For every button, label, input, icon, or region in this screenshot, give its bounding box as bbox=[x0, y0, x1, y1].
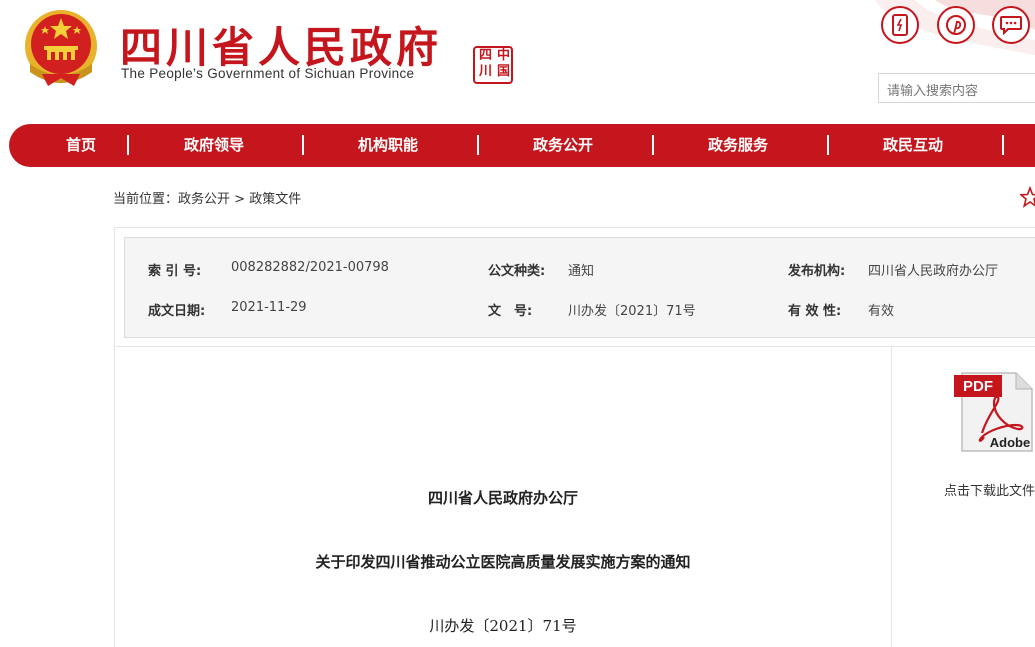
breadcrumb-separator: > bbox=[234, 192, 246, 207]
meta-publisher-label: 发布机构: bbox=[788, 264, 846, 279]
meta-index-label: 索 引 号: bbox=[148, 264, 202, 279]
download-file-link[interactable]: 点击下载此文件 bbox=[944, 480, 1035, 499]
search-input[interactable]: 请输入搜索内容 bbox=[878, 73, 1035, 103]
breadcrumb-link-gov-affairs[interactable]: 政务公开 bbox=[178, 192, 230, 207]
pdf-download-icon[interactable]: PDF Adobe bbox=[954, 371, 1034, 453]
nav-item-interaction[interactable]: 政民互动 bbox=[883, 124, 943, 167]
meta-date-value: 2021-11-29 bbox=[231, 300, 307, 315]
document-meta-panel: 索 引 号: 008282882/2021-00798 公文种类: 通知 发布机… bbox=[124, 237, 1035, 338]
nav-separator bbox=[477, 135, 479, 155]
favorite-star-icon[interactable] bbox=[1020, 186, 1035, 208]
main-nav: 首页 政府领导 机构职能 政务公开 政务服务 政民互动 bbox=[9, 124, 1035, 167]
meta-date-label: 成文日期: bbox=[148, 304, 206, 319]
nav-item-leaders[interactable]: 政府领导 bbox=[184, 124, 244, 167]
seal-char: 四 bbox=[479, 48, 493, 63]
document-number: 川办发〔2021〕71号 bbox=[429, 617, 577, 635]
seal-char: 川 bbox=[479, 64, 493, 79]
nav-separator bbox=[302, 135, 304, 155]
nav-item-institutions[interactable]: 机构职能 bbox=[358, 124, 418, 167]
pinterest-icon[interactable] bbox=[937, 6, 975, 44]
breadcrumb: 当前位置：政务公开 > 政策文件 bbox=[113, 188, 301, 207]
nav-item-gov-services[interactable]: 政务服务 bbox=[708, 124, 768, 167]
meta-docno-value: 川办发〔2021〕71号 bbox=[568, 304, 696, 319]
meta-validity-value: 有效 bbox=[868, 304, 895, 319]
meta-validity-label: 有 效 性: bbox=[788, 304, 842, 319]
message-icon[interactable] bbox=[992, 6, 1030, 44]
meta-docno-label: 文 号: bbox=[488, 304, 533, 319]
adobe-text: Adobe bbox=[990, 435, 1030, 450]
nav-separator bbox=[652, 135, 654, 155]
meta-index-value: 008282882/2021-00798 bbox=[231, 260, 389, 275]
meta-publisher-value: 四川省人民政府办公厅 bbox=[868, 264, 999, 279]
site-header: 四川省人民政府 The People’s Government of Sichu… bbox=[0, 0, 1035, 120]
seal-char: 国 bbox=[497, 64, 511, 79]
nav-separator bbox=[127, 135, 129, 155]
meta-type-value: 通知 bbox=[568, 264, 595, 279]
seal-char: 中 bbox=[497, 48, 511, 63]
national-emblem-icon[interactable] bbox=[22, 6, 100, 88]
pdf-badge-text: PDF bbox=[963, 378, 993, 395]
nav-separator bbox=[827, 135, 829, 155]
meta-type-label: 公文种类: bbox=[488, 264, 546, 279]
document-title: 关于印发四川省推动公立医院高质量发展实施方案的通知 bbox=[315, 553, 691, 571]
nav-item-home[interactable]: 首页 bbox=[66, 124, 96, 167]
nav-item-gov-affairs[interactable]: 政务公开 bbox=[533, 124, 593, 167]
seal-logo: 中 国 四 川 bbox=[473, 46, 513, 84]
mobile-icon[interactable] bbox=[881, 6, 919, 44]
breadcrumb-link-policy-docs[interactable]: 政策文件 bbox=[249, 192, 301, 207]
site-subtitle: The People’s Government of Sichuan Provi… bbox=[121, 66, 415, 81]
breadcrumb-prefix: 当前位置： bbox=[113, 192, 179, 207]
document-issuer: 四川省人民政府办公厅 bbox=[427, 489, 578, 507]
nav-separator bbox=[1002, 135, 1004, 155]
